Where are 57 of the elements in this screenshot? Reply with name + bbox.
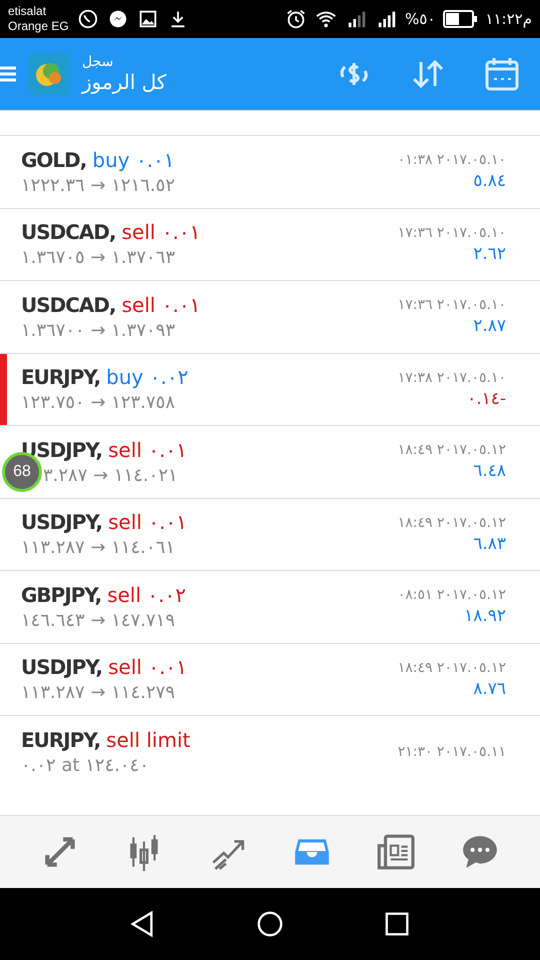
price-text: ١١٣.٢٨٧ → ١١٤.٠٦١ [21, 537, 176, 558]
price-text: ١٢٣.٧٥٠ → ١٢٣.٧٥٨ [21, 392, 176, 414]
order-type-label: sell ٠.٠١ [122, 292, 200, 317]
order-type-label: buy ٠.٠٢ [106, 365, 188, 390]
profit-value: ٢.٦٢ [473, 244, 506, 264]
price-text: ١٤٦.٦٤٣ → ١٤٧.٧١٩ [21, 610, 176, 631]
carrier-name: Orange EG [8, 19, 69, 34]
home-icon[interactable] [256, 910, 284, 938]
timestamp: ٠١:٣٨ ٢٠١٧.٠٥.١٠ [398, 152, 506, 168]
price-text: ١.٣٦٧٠٥ → ١.٣٧٠٦٣ [21, 247, 176, 268]
timestamp: ١٨:٤٩ ٢٠١٧.٠٥.١٢ [398, 660, 506, 676]
newspaper-icon[interactable] [377, 833, 415, 871]
order-type-label: buy ٠.٠١ [92, 148, 175, 172]
timestamp: ١٧:٣٨ ٢٠١٧.٠٥.١٠ [398, 370, 506, 386]
order-type-label: sell ٠.٠١ [108, 438, 187, 462]
calendar-icon[interactable] [484, 56, 520, 92]
recents-icon[interactable] [382, 910, 411, 938]
symbol-label: GOLD, [21, 148, 86, 172]
header-subtitle: سجل [82, 54, 114, 70]
profit-value: ٠.١٤- [467, 388, 506, 409]
profit-value: ٢.٨٧ [473, 316, 506, 336]
symbol-label: EURJPY, [21, 365, 100, 390]
profit-value: ٦.٨٣ [473, 534, 506, 554]
price-text: ١٢٢٢.٣٦ → ١٢١٦.٥٢ [21, 174, 175, 196]
battery-percentage: %٥٠ [405, 10, 436, 28]
price-text: ١.٣٦٧٠٠ → ١.٣٧٠٩٣ [21, 320, 176, 341]
order-type-label: sell limit [106, 728, 190, 752]
order-type-label: sell ٠.٠١ [108, 510, 187, 534]
timestamp: ١٨:٤٩ ٢٠١٧.٠٥.١٢ [398, 442, 506, 458]
symbol-label: GBPJPY, [21, 582, 102, 607]
profit-value: ١٨.٩٢ [464, 606, 506, 626]
app-logo-icon [28, 53, 70, 95]
chat-bubble-icon [76, 8, 99, 30]
order-type-label: sell ٠.٠٢ [107, 582, 186, 607]
menu-icon[interactable] [0, 64, 16, 84]
symbol-label: USDJPY, [21, 655, 102, 680]
price-text: ٠.٠٢ at ١٢٤.٠٤٠ [21, 754, 150, 776]
symbol-label: USDJPY, [21, 510, 102, 534]
order-type-label: sell ٠.٠١ [122, 220, 200, 244]
symbol-label: USDCAD, [21, 220, 116, 244]
timestamp: ٠٨:٥١ ٢٠١٧.٠٥.١٢ [398, 587, 506, 604]
profit-value: ٥.٨٤ [473, 171, 506, 192]
price-text: ٣.٢٨٧ → ١١٤.٠٢١ [43, 464, 178, 486]
timestamp: ١٧:٣٦ ٢٠١٧.٠٥.١٠ [398, 224, 506, 241]
timestamp: ١٧:٣٦ ٢٠١٧.٠٥.١٠ [398, 297, 506, 314]
alarm-clock-icon [285, 8, 308, 30]
battery-icon [443, 10, 478, 28]
carrier-name: etisalat [8, 4, 48, 19]
symbol-label: EURJPY, [21, 728, 100, 752]
timestamp: ٢١:٣٠ ٢٠١٧.٠٥.١١ [398, 744, 506, 760]
symbol-label: USDCAD, [21, 292, 116, 317]
profit-value: ٨.٧٦ [473, 678, 506, 699]
timestamp: ١٨:٤٩ ٢٠١٧.٠٥.١٢ [398, 514, 506, 531]
price-text: ١١٣.٢٨٧ → ١١٤.٢٧٩ [21, 682, 176, 704]
profit-value: ٦.٤٨ [473, 461, 506, 482]
order-type-label: sell ٠.٠١ [108, 655, 187, 680]
clock: ١١:٢٢م [485, 10, 532, 28]
